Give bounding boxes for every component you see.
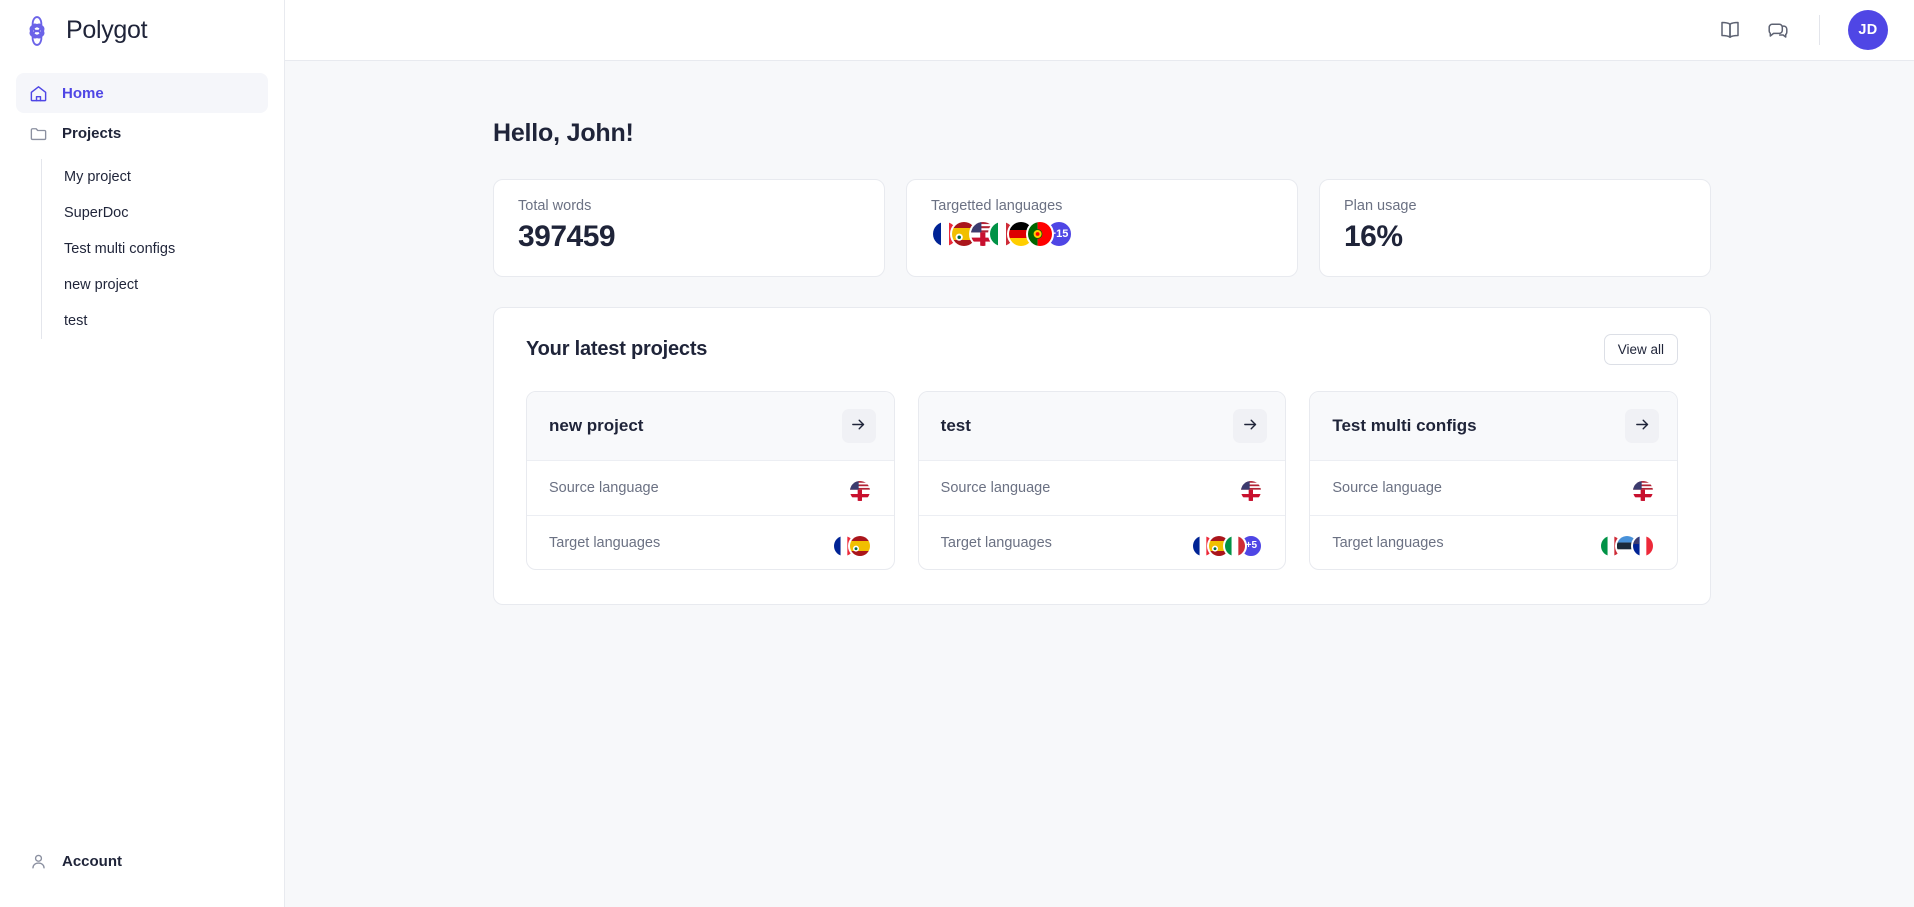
latest-projects-panel: Your latest projects View all new projec… xyxy=(493,307,1711,605)
content-area: Hello, John! Total words 397459 Targette… xyxy=(285,61,1914,907)
flag-spain-mexico-icon xyxy=(847,533,872,558)
target-languages-label: Target languages xyxy=(940,534,1052,551)
target-flag-stack xyxy=(1599,533,1656,558)
target-languages-row: Target languages xyxy=(527,515,894,569)
project-card-title: new project xyxy=(549,416,644,435)
flag-italy-icon xyxy=(1223,533,1248,558)
source-flag-stack xyxy=(847,479,872,503)
project-card-header: Test multi configs xyxy=(1310,392,1678,461)
chat-bubble-icon[interactable] xyxy=(1765,17,1791,43)
flower-logo-icon xyxy=(20,14,54,48)
project-card[interactable]: test Source language Target languages +5 xyxy=(917,391,1287,570)
target-flag-stack: +5 xyxy=(1191,533,1264,558)
user-icon xyxy=(28,851,48,871)
stat-card-row: Total words 397459 Targetted languages +… xyxy=(493,179,1711,277)
topbar: JD xyxy=(285,0,1914,61)
sidebar: Polygot Home Projects My project SuperDo… xyxy=(0,0,285,907)
home-icon xyxy=(28,83,48,103)
sidebar-item-projects[interactable]: Projects xyxy=(16,113,268,153)
target-languages-label: Target languages xyxy=(1332,534,1444,551)
source-language-row: Source language xyxy=(1310,461,1677,515)
panel-title: Your latest projects xyxy=(526,338,708,360)
sidebar-item-account[interactable]: Account xyxy=(0,833,284,889)
project-card-row: new project Source language Target langu… xyxy=(526,391,1679,570)
open-project-button[interactable] xyxy=(1625,409,1660,443)
view-all-button[interactable]: View all xyxy=(1603,334,1678,365)
project-card-title: test xyxy=(940,416,971,435)
project-card[interactable]: new project Source language Target langu… xyxy=(526,391,895,570)
app-root: Polygot Home Projects My project SuperDo… xyxy=(0,0,1914,907)
target-languages-label: Target languages xyxy=(549,534,661,551)
sidebar-item-projects-label: Projects xyxy=(62,124,122,142)
flag-stack: +15 xyxy=(931,220,1273,248)
source-language-label: Source language xyxy=(549,480,659,496)
sidebar-project-item[interactable]: My project xyxy=(42,159,268,195)
stat-label: Plan usage xyxy=(1344,198,1417,214)
sidebar-item-home[interactable]: Home xyxy=(16,73,268,113)
folder-icon xyxy=(28,123,48,143)
stat-card-total-words: Total words 397459 xyxy=(493,179,885,277)
arrow-right-icon xyxy=(1242,416,1259,436)
flag-portugal-ghana-icon xyxy=(1026,220,1054,248)
sidebar-project-list: My project SuperDoc Test multi configs n… xyxy=(41,159,268,339)
sidebar-project-item[interactable]: SuperDoc xyxy=(42,195,268,231)
sidebar-item-home-label: Home xyxy=(62,84,104,102)
project-card-header: new project xyxy=(527,392,894,461)
sidebar-nav: Home Projects My project SuperDoc Test m… xyxy=(0,61,284,339)
flag-usa-uk-icon xyxy=(1239,479,1264,503)
brand-name: Polygot xyxy=(66,16,148,44)
page-title: Hello, John! xyxy=(493,119,634,147)
stat-label: Total words xyxy=(518,198,592,214)
sidebar-project-item[interactable]: test xyxy=(42,303,268,339)
stat-label: Targetted languages xyxy=(931,198,1063,214)
open-project-button[interactable] xyxy=(1233,409,1268,443)
open-project-button[interactable] xyxy=(841,409,876,443)
flag-france-usa-icon xyxy=(1631,533,1656,558)
flag-usa-uk-icon xyxy=(1631,479,1656,503)
avatar[interactable]: JD xyxy=(1848,10,1888,50)
target-languages-row: Target languages xyxy=(918,515,1286,569)
project-card[interactable]: Test multi configs Source language Targe… xyxy=(1309,391,1679,570)
arrow-right-icon xyxy=(850,416,867,436)
stat-value: 16% xyxy=(1344,220,1403,253)
panel-header: Your latest projects View all xyxy=(526,334,1678,365)
target-languages-row: Target languages xyxy=(1310,515,1678,569)
brand[interactable]: Polygot xyxy=(0,0,284,61)
project-card-title: Test multi configs xyxy=(1332,416,1477,435)
source-flag-stack xyxy=(1631,479,1656,503)
target-flag-stack xyxy=(831,533,872,558)
sidebar-project-item[interactable]: new project xyxy=(42,267,268,303)
sidebar-item-account-label: Account xyxy=(62,852,122,870)
sidebar-project-item[interactable]: Test multi configs xyxy=(42,231,268,267)
source-language-label: Source language xyxy=(940,480,1051,496)
source-language-label: Source language xyxy=(1332,480,1442,496)
source-language-row: Source language xyxy=(919,461,1286,515)
main-area: JD Hello, John! Total words 397459 Targe… xyxy=(285,0,1914,907)
arrow-right-icon xyxy=(1634,416,1651,436)
book-icon[interactable] xyxy=(1717,17,1743,43)
source-language-row: Source language xyxy=(527,461,894,515)
source-flag-stack xyxy=(1239,479,1264,503)
topbar-divider xyxy=(1819,15,1820,45)
project-card-header: test xyxy=(918,392,1286,461)
stat-card-targetted-languages: Targetted languages +15 xyxy=(906,179,1298,277)
stat-card-plan-usage: Plan usage 16% xyxy=(1319,179,1711,277)
stat-value: 397459 xyxy=(518,220,616,253)
flag-usa-uk-icon xyxy=(847,479,872,503)
